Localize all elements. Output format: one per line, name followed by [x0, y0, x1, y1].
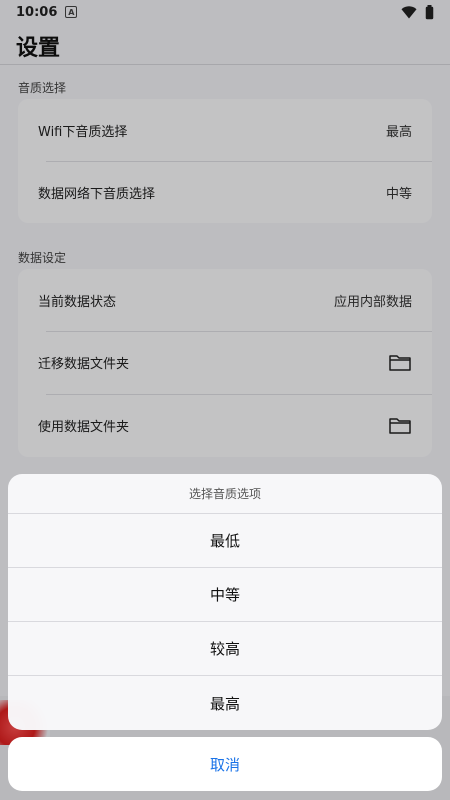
quality-action-sheet: 选择音质选项 最低 中等 较高 最高 [8, 474, 442, 730]
sheet-title: 选择音质选项 [8, 474, 442, 514]
option-highest[interactable]: 最高 [8, 676, 442, 730]
option-high[interactable]: 较高 [8, 622, 442, 676]
option-lowest[interactable]: 最低 [8, 514, 442, 568]
cancel-button[interactable]: 取消 [8, 737, 442, 791]
option-medium[interactable]: 中等 [8, 568, 442, 622]
